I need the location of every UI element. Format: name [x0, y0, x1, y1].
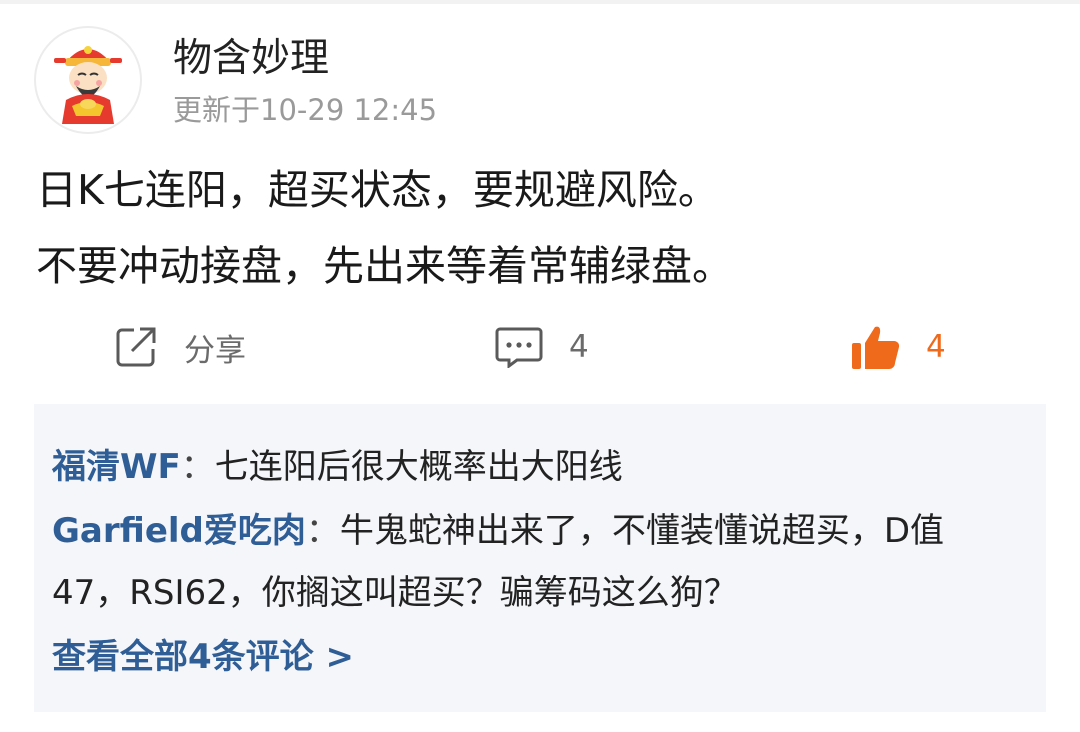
share-button[interactable]: 分享 — [114, 312, 246, 382]
comment-separator: ： — [305, 511, 340, 551]
view-all-comments-link[interactable]: 查看全部4条评论 > — [52, 628, 354, 686]
comment-icon — [495, 326, 543, 368]
like-button[interactable]: 4 — [850, 312, 946, 382]
post-line: 不要冲动接盘，先出来等着常辅绿盘。 — [36, 242, 733, 290]
comment-username[interactable]: 福清WF — [52, 447, 181, 487]
like-count: 4 — [926, 329, 946, 365]
author-name[interactable]: 物含妙理 — [173, 36, 329, 82]
post-line: 日K七连阳，超买状态，要规避风险。 — [36, 166, 719, 214]
action-bar: 分享 4 4 — [0, 312, 1080, 382]
comment-button[interactable]: 4 — [495, 312, 589, 382]
comment-separator: ： — [180, 447, 215, 487]
share-label: 分享 — [184, 332, 246, 369]
comment-item: Garfield爱吃肉：牛鬼蛇神出来了，不懂装懂说超买，D值 — [52, 502, 944, 560]
post-content: 日K七连阳，超买状态，要规避风险。 不要冲动接盘，先出来等着常辅绿盘。 — [36, 152, 1046, 304]
comment-preview-panel: 福清WF：七连阳后很大概率出大阳线 Garfield爱吃肉：牛鬼蛇神出来了，不懂… — [34, 404, 1046, 712]
share-icon — [114, 325, 158, 369]
comment-text: 牛鬼蛇神出来了，不懂装懂说超买，D值 — [339, 511, 945, 551]
comment-text: 七连阳后很大概率出大阳线 — [214, 447, 623, 487]
god-of-wealth-avatar-icon — [54, 46, 122, 124]
comment-item: 福清WF：七连阳后很大概率出大阳线 — [52, 438, 623, 496]
post-timestamp: 更新于10-29 12:45 — [173, 93, 438, 127]
comment-text-continued: 47，RSI62，你搁这叫超买？骗筹码这么狗？ — [52, 573, 738, 613]
author-avatar[interactable] — [34, 26, 142, 134]
top-divider — [0, 0, 1080, 4]
comment-username[interactable]: Garfield爱吃肉 — [52, 511, 306, 551]
comment-count: 4 — [569, 329, 589, 365]
thumbs-up-icon — [850, 323, 900, 371]
